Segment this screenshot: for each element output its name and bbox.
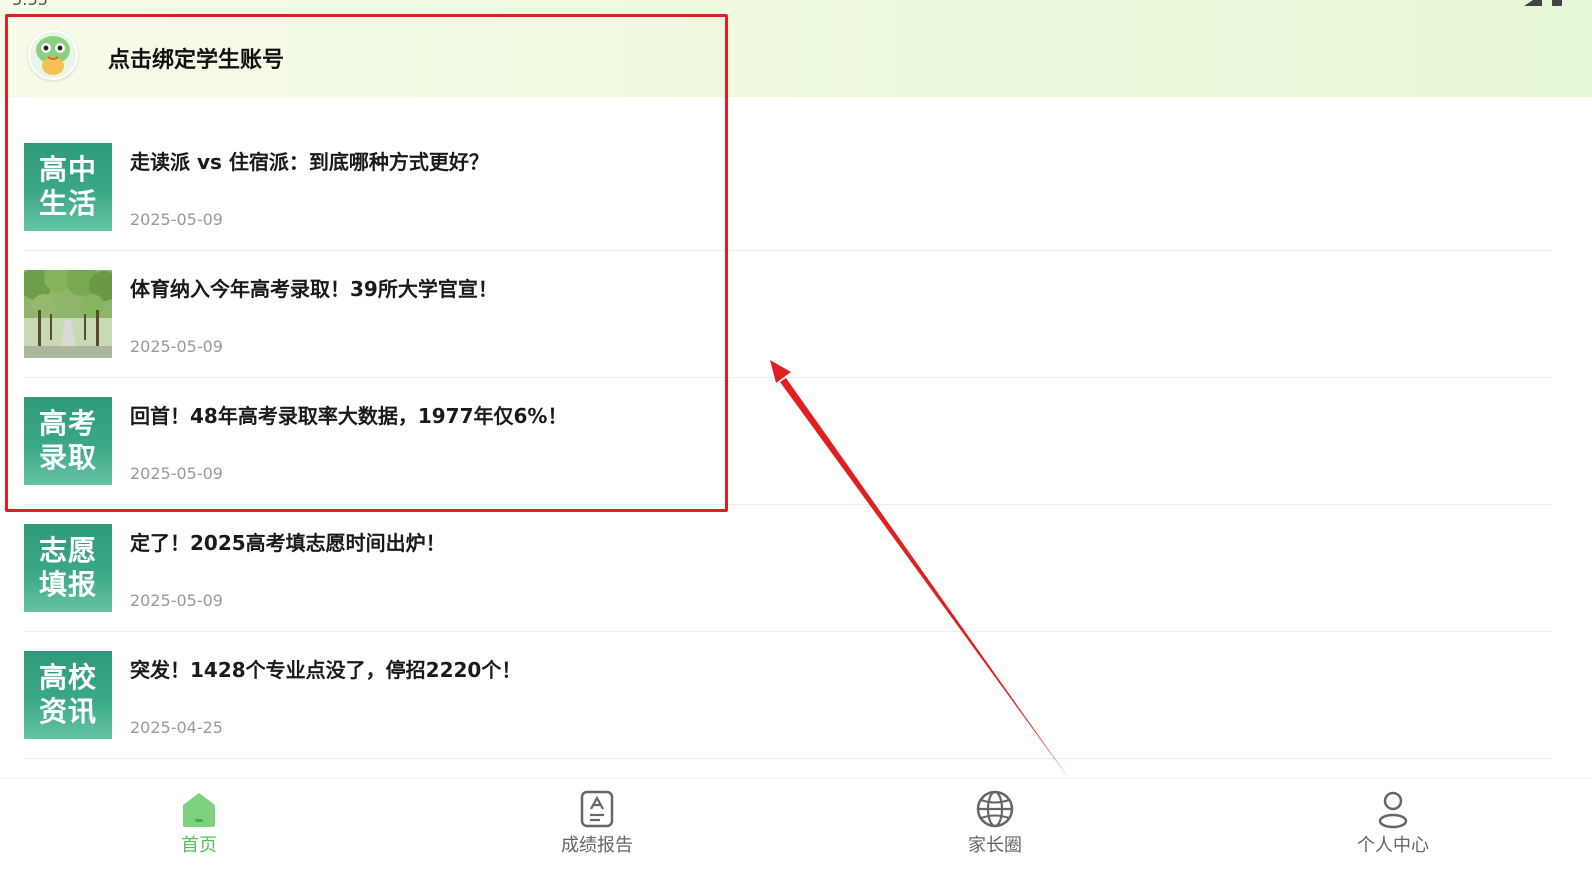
news-photo bbox=[24, 270, 112, 358]
news-item[interactable]: 高校 资讯 突发！1428个专业点没了，停招2220个！ 2025-04-25 bbox=[24, 632, 1552, 759]
category-tile: 高校 资讯 bbox=[24, 651, 112, 739]
status-time: 5:55 bbox=[12, 0, 48, 9]
news-item[interactable]: 志愿 填报 定了！2025高考填志愿时间出炉！ 2025-05-09 bbox=[24, 505, 1552, 632]
news-date: 2025-05-09 bbox=[130, 591, 223, 610]
tile-text: 资讯 bbox=[38, 695, 97, 728]
app-screen: 5:55 点击绑定学生账号 高中 生活 bbox=[0, 0, 1592, 870]
news-item[interactable]: 高中 生活 走读派 vs 住宿派：到底哪种方式更好？ 2025-05-09 bbox=[24, 124, 1552, 251]
status-icons bbox=[1524, 0, 1562, 6]
tile-text: 填报 bbox=[38, 568, 97, 601]
news-date: 2025-05-09 bbox=[130, 337, 223, 356]
tab-label: 成绩报告 bbox=[561, 835, 633, 856]
news-thumbnail: 高考 录取 bbox=[24, 397, 112, 485]
news-item[interactable]: 体育纳入今年高考录取！39所大学官宣！ 2025-05-09 bbox=[24, 251, 1552, 378]
tab-label: 首页 bbox=[181, 835, 217, 856]
news-item[interactable]: 高考 录取 回首！48年高考录取率大数据，1977年仅6%！ 2025-05-0… bbox=[24, 378, 1552, 505]
tile-text: 志愿 bbox=[38, 534, 97, 567]
home-icon bbox=[183, 793, 215, 827]
news-thumbnail: 高校 资讯 bbox=[24, 651, 112, 739]
person-icon bbox=[1378, 791, 1408, 829]
news-thumbnail: 高中 生活 bbox=[24, 143, 112, 231]
tab-label: 家长圈 bbox=[968, 835, 1022, 856]
bind-account-bar[interactable]: 5:55 点击绑定学生账号 bbox=[0, 0, 1592, 97]
globe-icon bbox=[976, 790, 1014, 828]
news-title[interactable]: 定了！2025高考填志愿时间出炉！ bbox=[130, 527, 446, 556]
tab-home[interactable]: 首页 bbox=[0, 779, 398, 870]
news-date: 2025-05-09 bbox=[130, 210, 223, 229]
news-date: 2025-04-25 bbox=[130, 718, 223, 737]
news-title[interactable]: 突发！1428个专业点没了，停招2220个！ bbox=[130, 654, 521, 683]
category-tile: 志愿 填报 bbox=[24, 524, 112, 612]
tile-text: 生活 bbox=[38, 187, 97, 220]
tab-parent-circle[interactable]: 家长圈 bbox=[796, 779, 1194, 870]
tile-text: 高校 bbox=[38, 661, 97, 694]
tile-text: 高考 bbox=[38, 407, 97, 440]
bind-student-account-label[interactable]: 点击绑定学生账号 bbox=[108, 42, 284, 74]
report-icon bbox=[580, 790, 614, 828]
news-title[interactable]: 回首！48年高考录取率大数据，1977年仅6%！ bbox=[130, 400, 567, 429]
tab-profile[interactable]: 个人中心 bbox=[1194, 779, 1592, 870]
category-tile: 高中 生活 bbox=[24, 143, 112, 231]
news-title[interactable]: 体育纳入今年高考录取！39所大学官宣！ bbox=[130, 273, 498, 302]
news-date: 2025-05-09 bbox=[130, 464, 223, 483]
tile-text: 高中 bbox=[38, 153, 97, 186]
mascot-avatar-icon[interactable] bbox=[28, 30, 78, 80]
news-title[interactable]: 走读派 vs 住宿派：到底哪种方式更好？ bbox=[130, 146, 489, 175]
tab-label: 个人中心 bbox=[1357, 835, 1429, 856]
tile-text: 录取 bbox=[38, 441, 97, 474]
bottom-tab-bar: 首页 成绩报告 家长圈 个人中心 bbox=[0, 778, 1592, 870]
news-list: 高中 生活 走读派 vs 住宿派：到底哪种方式更好？ 2025-05-09 体育… bbox=[24, 124, 1552, 759]
category-tile: 高考 录取 bbox=[24, 397, 112, 485]
tab-report[interactable]: 成绩报告 bbox=[398, 779, 796, 870]
news-thumbnail: 志愿 填报 bbox=[24, 524, 112, 612]
